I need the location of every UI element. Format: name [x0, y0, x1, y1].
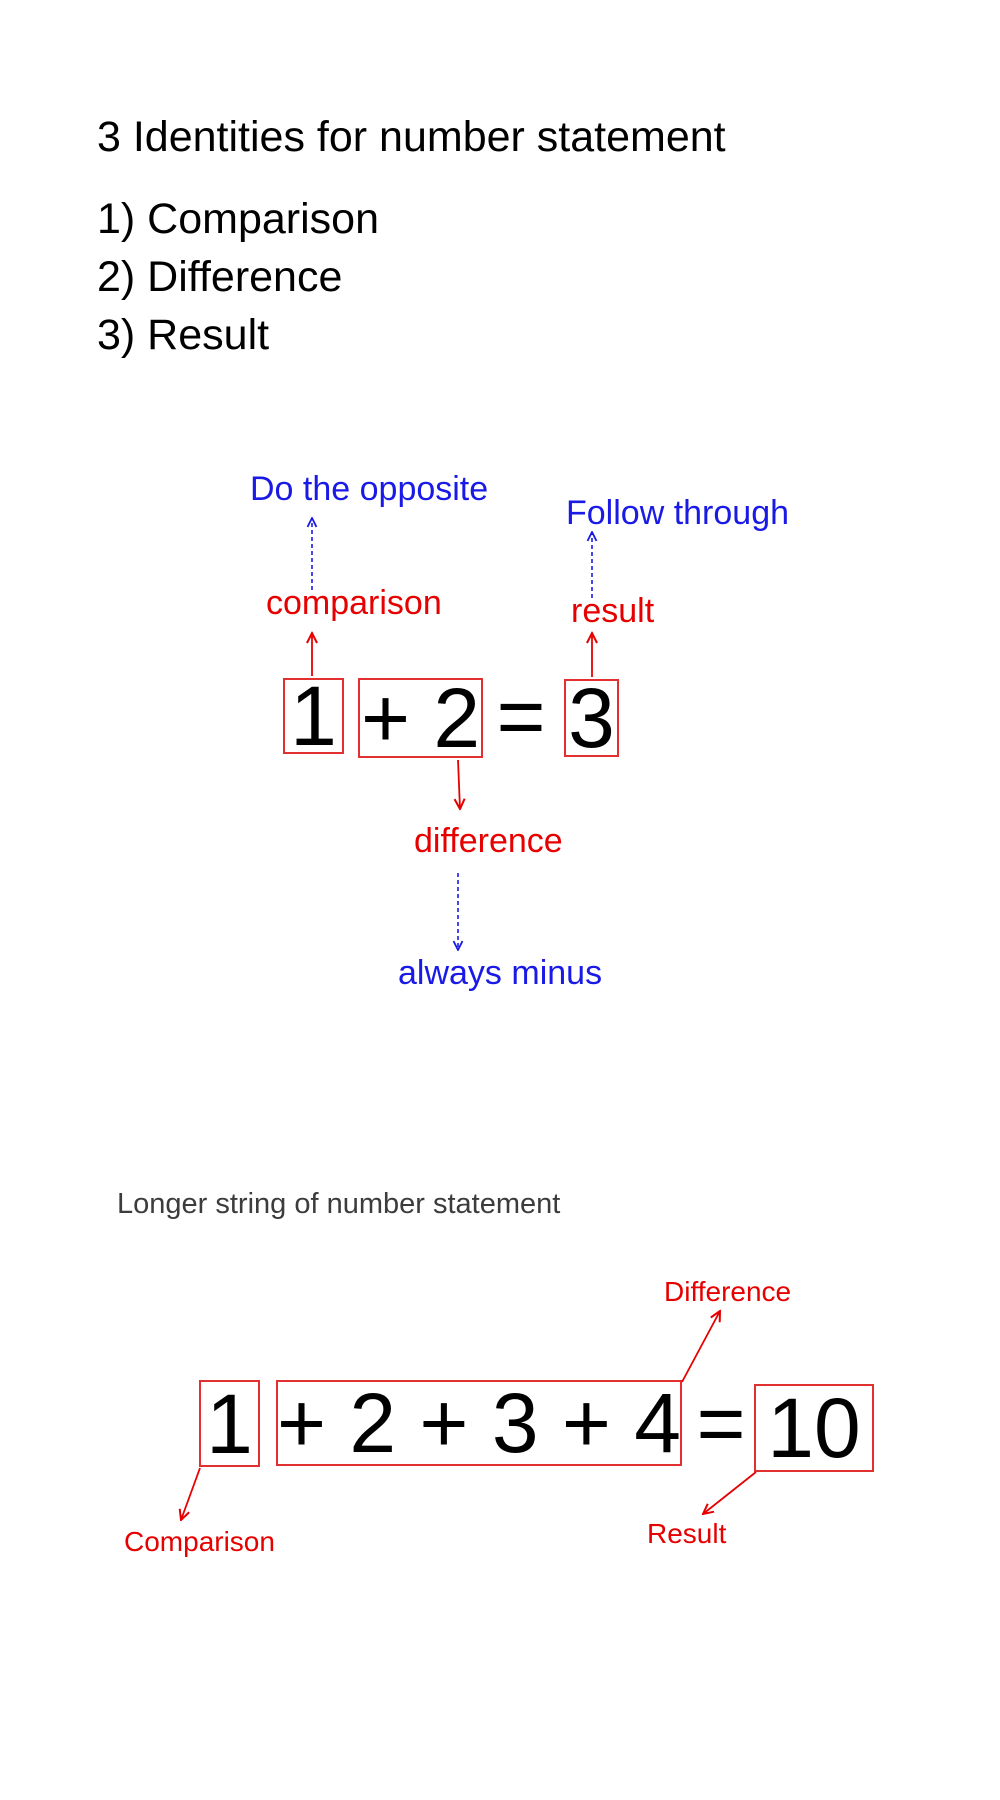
connector-arrows [0, 0, 757, 1800]
arrow-comparison-2-to-label [181, 1467, 201, 1520]
arrow-difference-2-to-label [681, 1311, 720, 1383]
arrow-result-2-to-label [703, 1471, 757, 1514]
arrow-difference-to-label [458, 759, 460, 809]
